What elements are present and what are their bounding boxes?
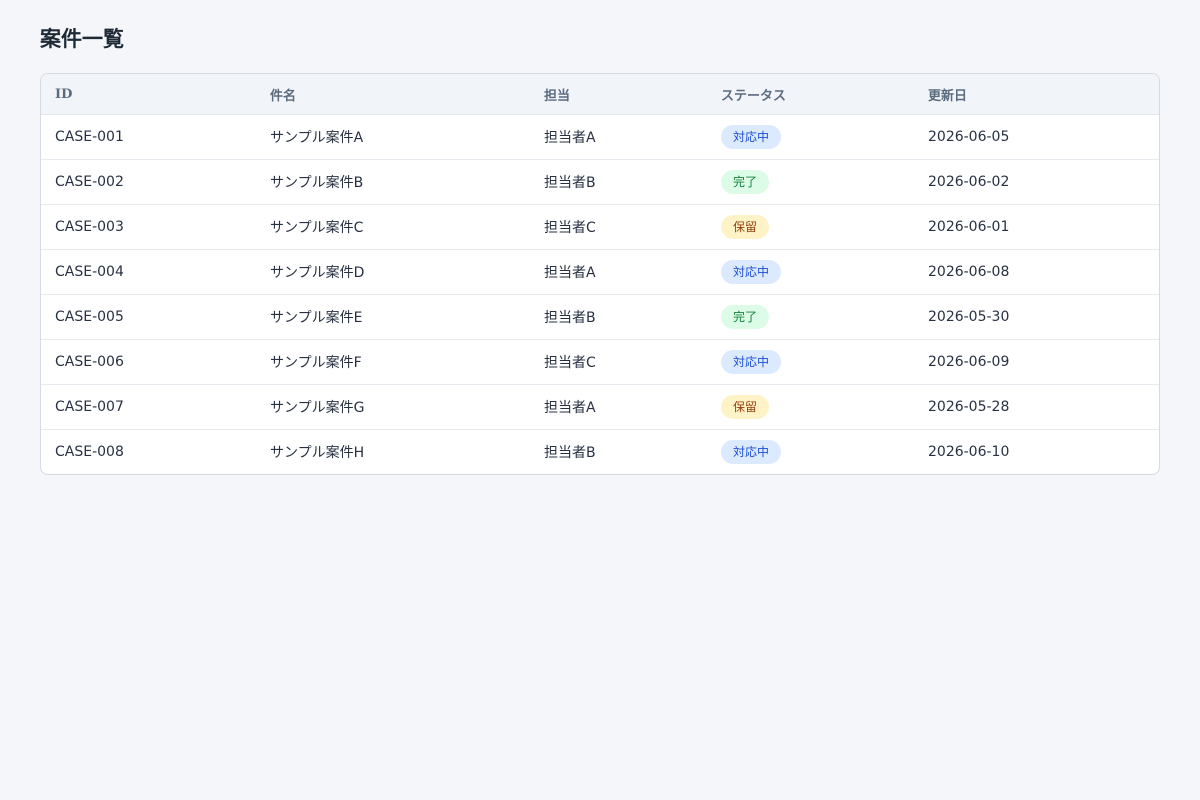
status-badge: 対応中 (721, 125, 782, 149)
table-row[interactable]: CASE-003 サンプル案件C 担当者C 保留 2026-06-01 (41, 204, 1159, 250)
cell-id: CASE-005 (41, 294, 256, 340)
table-row[interactable]: CASE-007 サンプル案件G 担当者A 保留 2026-05-28 (41, 384, 1159, 430)
status-badge: 対応中 (721, 440, 782, 464)
table-row[interactable]: CASE-001 サンプル案件A 担当者A 対応中 2026-06-05 (41, 114, 1159, 160)
cell-status: 保留 (707, 384, 914, 430)
column-header-updated[interactable]: 更新日 (914, 74, 1159, 115)
cell-status: 完了 (707, 294, 914, 340)
status-badge: 対応中 (721, 350, 782, 374)
status-badge: 保留 (721, 215, 770, 239)
cell-owner: 担当者A (530, 384, 707, 430)
cell-name: サンプル案件D (256, 249, 530, 295)
cell-name: サンプル案件A (256, 114, 530, 160)
table-row[interactable]: CASE-002 サンプル案件B 担当者B 完了 2026-06-02 (41, 159, 1159, 205)
column-header-id[interactable]: ID (41, 74, 256, 115)
cell-status: 対応中 (707, 430, 914, 475)
table-body: CASE-001 サンプル案件A 担当者A 対応中 2026-06-05 CASE-002… (41, 114, 1159, 475)
cell-updated: 2026-06-09 (914, 339, 1159, 385)
status-badge: 完了 (721, 305, 770, 329)
status-badge: 保留 (721, 395, 770, 419)
cell-name: サンプル案件B (256, 159, 530, 205)
case-table-card: ID 件名 担当 ステータス 更新日 CASE-001 サンプル案件A 担当者A 対応… (40, 73, 1160, 475)
column-header-name[interactable]: 件名 (256, 74, 530, 115)
table-header-row: ID 件名 担当 ステータス 更新日 (41, 74, 1159, 115)
table-row[interactable]: CASE-008 サンプル案件H 担当者B 対応中 2026-06-10 (41, 430, 1159, 475)
table-header: ID 件名 担当 ステータス 更新日 (41, 74, 1159, 115)
cell-name: サンプル案件H (270, 445, 365, 461)
cell-updated: 2026-05-30 (914, 294, 1159, 340)
cell-owner: 担当者A (530, 114, 707, 160)
cell-id: CASE-003 (41, 204, 256, 250)
cell-id: CASE-008 (55, 444, 124, 460)
cell-name: サンプル案件G (256, 384, 530, 430)
cell-updated: 2026-06-02 (914, 159, 1159, 205)
cell-status: 対応中 (707, 339, 914, 385)
cell-name: サンプル案件F (256, 339, 530, 385)
cell-owner: 担当者A (530, 249, 707, 295)
cell-id: CASE-002 (41, 159, 256, 205)
cell-updated: 2026-06-10 (928, 444, 1010, 460)
cell-updated: 2026-06-01 (914, 204, 1159, 250)
page-title: 案件一覧 (40, 27, 124, 51)
cell-name: サンプル案件C (256, 204, 530, 250)
column-header-status[interactable]: ステータス (707, 74, 914, 115)
cell-owner: 担当者B (530, 294, 707, 340)
cell-updated: 2026-06-05 (914, 114, 1159, 160)
page: 案件一覧 ID 件名 担当 ステータス 更新日 CASE-001 サンプル案件A 担… (0, 0, 1200, 800)
cell-updated: 2026-06-08 (914, 249, 1159, 295)
cell-id: CASE-001 (41, 114, 256, 160)
cell-owner: 担当者B (544, 445, 596, 461)
cell-status: 保留 (707, 204, 914, 250)
cell-status: 完了 (707, 159, 914, 205)
cell-updated: 2026-05-28 (914, 384, 1159, 430)
status-badge: 対応中 (721, 260, 782, 284)
case-table: ID 件名 担当 ステータス 更新日 CASE-001 サンプル案件A 担当者A 対応… (41, 74, 1159, 474)
cell-status: 対応中 (707, 114, 914, 160)
cell-owner: 担当者C (530, 204, 707, 250)
cell-name: サンプル案件E (256, 294, 530, 340)
table-row[interactable]: CASE-004 サンプル案件D 担当者A 対応中 2026-06-08 (41, 249, 1159, 295)
cell-owner: 担当者C (530, 339, 707, 385)
cell-id: CASE-006 (41, 339, 256, 385)
cell-owner: 担当者B (530, 159, 707, 205)
cell-id: CASE-004 (41, 249, 256, 295)
column-header-owner[interactable]: 担当 (530, 74, 707, 115)
table-row[interactable]: CASE-006 サンプル案件F 担当者C 対応中 2026-06-09 (41, 339, 1159, 385)
status-badge: 完了 (721, 170, 770, 194)
cell-id: CASE-007 (41, 384, 256, 430)
table-row[interactable]: CASE-005 サンプル案件E 担当者B 完了 2026-05-30 (41, 294, 1159, 340)
cell-status: 対応中 (707, 249, 914, 295)
